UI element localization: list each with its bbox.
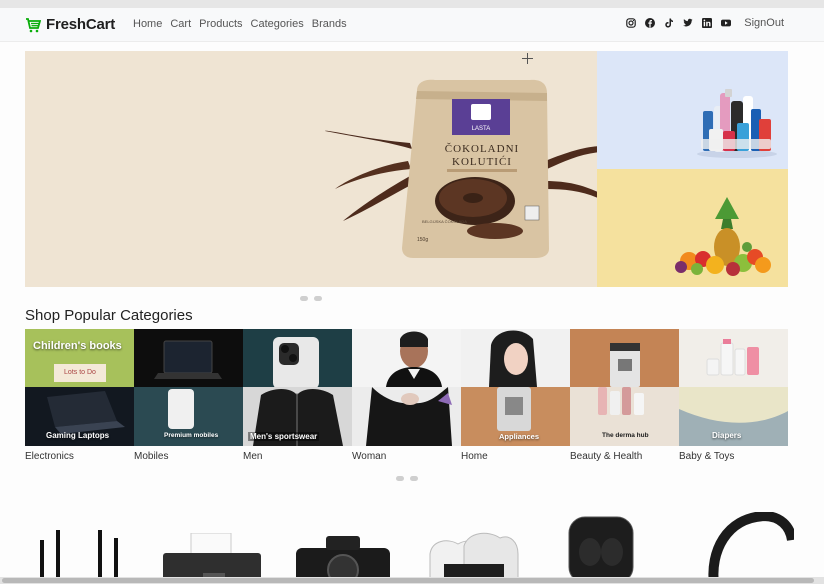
linkedin-icon[interactable]	[702, 18, 713, 28]
navbar: FreshCart Home Cart Products Categories …	[0, 8, 824, 42]
category-image-top	[679, 329, 788, 387]
instagram-icon[interactable]	[626, 18, 637, 28]
hero-dot-1[interactable]	[300, 296, 308, 301]
iphone-illustration	[273, 337, 319, 389]
category-overlay-bottom: The derma hub	[602, 432, 649, 439]
hero-product-name-1: ČOKOLADNI	[445, 143, 519, 155]
category-image-bottom: The derma hub	[570, 387, 679, 446]
nav-link-cart[interactable]: Cart	[170, 18, 191, 30]
coffee-machine-illustration	[610, 343, 640, 387]
category-label[interactable]: Mobiles	[134, 451, 243, 462]
category-labels: Electronics Mobiles Men Woman Home Beaut…	[25, 451, 788, 462]
category-dot-1[interactable]	[396, 476, 404, 481]
nav-right: SignOut	[626, 17, 784, 29]
category-label[interactable]: Baby & Toys	[679, 451, 788, 462]
horizontal-scrollbar[interactable]	[0, 577, 824, 584]
headphones-product-image[interactable]	[704, 512, 794, 584]
hero-product-brand: LASTA	[472, 126, 491, 132]
category-image-bottom: Premium mobiles	[134, 387, 243, 446]
controller-charger-product-image[interactable]	[424, 524, 520, 584]
woman-illustration	[366, 387, 452, 446]
hero-carousel-dots	[300, 296, 322, 301]
category-slider: Children's books Lots to Do Gaming Lapto…	[25, 329, 788, 446]
brand-name: FreshCart	[46, 16, 116, 33]
hero-side-banner-bottom[interactable]	[597, 169, 788, 287]
category-card-mobiles[interactable]: Premium mobiles	[134, 329, 243, 446]
toiletries-illustration	[697, 89, 777, 158]
category-image-top	[134, 329, 243, 387]
category-image-bottom: Appliances	[461, 387, 570, 446]
category-label[interactable]: Electronics	[25, 451, 134, 462]
category-label[interactable]: Woman	[352, 451, 461, 462]
man-portrait-illustration	[386, 331, 442, 387]
category-image-top	[243, 329, 352, 389]
category-overlay-top: Children's books	[33, 340, 122, 352]
category-overlay-bottom: Men's sportswear	[248, 432, 320, 441]
hero-product-illustration: LASTA ČOKOLADNI KOLUTIĆI BELGIJSKA ČOKOL…	[325, 79, 597, 258]
hero-product-weight: 150g	[417, 237, 428, 243]
category-card-home[interactable]: Appliances	[461, 329, 570, 446]
nav-link-home[interactable]: Home	[133, 18, 162, 30]
tiktok-icon[interactable]	[664, 18, 674, 28]
browser-top-strip	[0, 0, 824, 8]
category-carousel-dots	[396, 476, 418, 481]
category-dot-2[interactable]	[410, 476, 418, 481]
category-card-baby-toys[interactable]: Diapers	[679, 329, 788, 446]
scrollbar-thumb[interactable]	[2, 578, 814, 583]
nav-links: Home Cart Products Categories Brands	[133, 18, 347, 30]
section-title: Shop Popular Categories	[25, 307, 193, 324]
category-card-electronics[interactable]: Children's books Lots to Do Gaming Lapto…	[25, 329, 134, 446]
category-label[interactable]: Home	[461, 451, 570, 462]
category-card-beauty-health[interactable]: The derma hub	[570, 329, 679, 446]
category-book-cover: Lots to Do	[54, 364, 106, 382]
hero-product-small-text: BELGIJSKA ČOKOLADA	[422, 219, 467, 224]
category-image-bottom: Diapers	[679, 387, 788, 446]
hero-product-name-2: KOLUTIĆI	[452, 156, 512, 168]
hero-side-banner-top[interactable]	[597, 51, 788, 169]
category-label[interactable]: Beauty & Health	[570, 451, 679, 462]
category-image-top	[570, 329, 679, 387]
category-image-top: Children's books Lots to Do	[25, 329, 134, 387]
category-image-bottom: Men's sportswear	[243, 387, 352, 446]
youtube-icon[interactable]	[721, 18, 732, 28]
fruits-illustration	[675, 197, 771, 276]
nav-link-brands[interactable]: Brands	[312, 18, 347, 30]
category-overlay-bottom: Premium mobiles	[164, 432, 219, 439]
twitter-icon[interactable]	[683, 18, 693, 28]
hero-dot-2[interactable]	[314, 296, 322, 301]
crosshair-cursor-icon	[522, 53, 533, 64]
category-overlay-bottom: Gaming Laptops	[46, 431, 110, 440]
laptop-dark-illustration	[154, 340, 222, 379]
category-image-bottom	[352, 387, 461, 446]
nav-link-products[interactable]: Products	[199, 18, 242, 30]
category-label[interactable]: Men	[243, 451, 352, 462]
router-product-image[interactable]	[30, 530, 130, 584]
category-image-top	[352, 329, 461, 387]
facebook-icon[interactable]	[645, 18, 656, 28]
woman-headphones-illustration	[489, 330, 537, 387]
category-overlay-bottom: Diapers	[712, 431, 742, 440]
brand[interactable]: FreshCart	[25, 16, 115, 33]
category-card-woman[interactable]	[352, 329, 461, 446]
cart-icon	[26, 17, 41, 32]
category-overlay-bottom: Appliances	[499, 432, 540, 441]
category-image-top	[461, 329, 570, 387]
category-card-men[interactable]: Men's sportswear	[243, 329, 352, 446]
baby-care-products-illustration	[706, 339, 759, 376]
signout-link[interactable]: SignOut	[744, 17, 784, 29]
hero-main-slide[interactable]: LASTA ČOKOLADNI KOLUTIĆI BELGIJSKA ČOKOL…	[25, 51, 597, 287]
nav-link-categories[interactable]: Categories	[251, 18, 304, 30]
category-image-bottom: Gaming Laptops	[25, 387, 134, 446]
earbuds-case-product-image[interactable]	[568, 516, 634, 584]
product-strip	[0, 500, 824, 584]
